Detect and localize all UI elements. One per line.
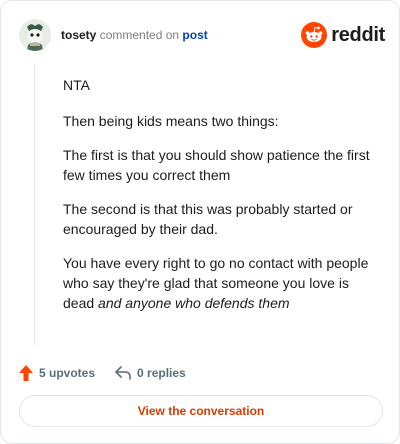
comment-actions: 5 upvotes 0 replies bbox=[19, 363, 186, 383]
reddit-logo[interactable]: reddit bbox=[301, 21, 385, 49]
comment-byline: tosety commented on post bbox=[61, 27, 208, 43]
reply-button[interactable]: 0 replies bbox=[115, 366, 186, 380]
thread-line bbox=[34, 63, 35, 345]
comment-paragraph-last: You have every right to go no contact wi… bbox=[63, 253, 381, 313]
comment-paragraph: NTA bbox=[63, 77, 90, 93]
username[interactable]: tosety bbox=[61, 28, 96, 42]
reply-arrow-icon bbox=[115, 366, 131, 380]
commented-on-text: commented on bbox=[99, 28, 180, 42]
user-avatar[interactable] bbox=[19, 19, 51, 51]
reply-count: 0 replies bbox=[137, 366, 186, 380]
reddit-wordmark: reddit bbox=[331, 23, 385, 46]
upvote-count: 5 upvotes bbox=[39, 366, 96, 380]
post-link[interactable]: post bbox=[182, 28, 207, 42]
upvote-arrow-icon bbox=[19, 365, 33, 381]
snoo-avatar-icon bbox=[19, 19, 51, 51]
comment-paragraph: The second is that this was probably sta… bbox=[63, 201, 353, 237]
comment-embed-card: tosety commented on post reddit NTA Then… bbox=[0, 0, 400, 444]
comment-text-italic: and anyone who defends them bbox=[98, 295, 290, 311]
comment-body: NTA Then being kids means two things: Th… bbox=[63, 75, 381, 327]
comment-header: tosety commented on post reddit bbox=[19, 19, 385, 53]
comment-paragraph: Then being kids means two things: bbox=[63, 113, 279, 129]
comment-paragraph: The first is that you should show patien… bbox=[63, 147, 370, 183]
upvote-button[interactable]: 5 upvotes bbox=[19, 365, 95, 381]
view-conversation-button[interactable]: View the conversation bbox=[19, 395, 383, 427]
reddit-snoo-icon bbox=[301, 22, 328, 48]
